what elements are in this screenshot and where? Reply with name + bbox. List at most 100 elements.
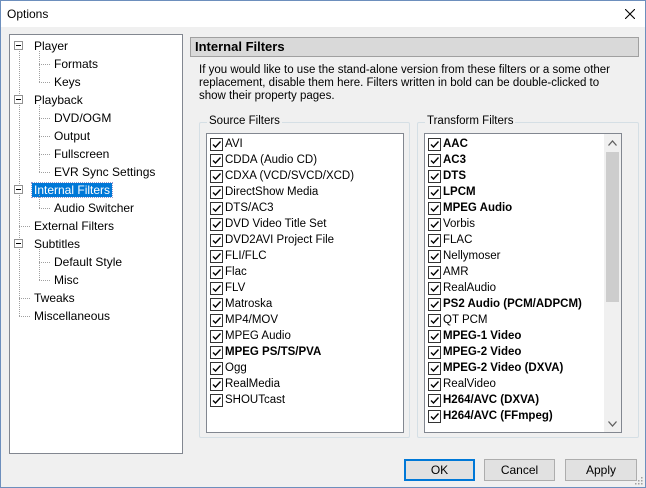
- checkmark-icon: [430, 237, 440, 245]
- checkbox-checked[interactable]: [210, 186, 223, 199]
- checkbox-checked[interactable]: [210, 250, 223, 263]
- tree-connector: [39, 105, 40, 172]
- transform-filters-label: Transform Filters: [425, 115, 516, 127]
- tree-item-output[interactable]: Output: [52, 127, 92, 145]
- tree-item-internal-filters[interactable]: Internal Filters: [30, 181, 114, 199]
- checkbox-checked[interactable]: [428, 346, 441, 359]
- checkbox-checked[interactable]: [210, 394, 223, 407]
- tree-item-formats[interactable]: Formats: [52, 55, 100, 73]
- checkmark-icon: [212, 269, 222, 277]
- cancel-button[interactable]: Cancel: [484, 459, 555, 481]
- checkbox-checked[interactable]: [210, 202, 223, 215]
- checkmark-icon: [430, 349, 440, 357]
- filter-label: AMR: [443, 266, 469, 278]
- collapse-icon[interactable]: [14, 41, 23, 50]
- filter-label: PS2 Audio (PCM/ADPCM): [443, 298, 582, 310]
- options-tree[interactable]: Player Formats Keys Playback DVD/OGM Output Fu…: [9, 34, 183, 454]
- checkbox-checked[interactable]: [428, 186, 441, 199]
- checkbox-checked[interactable]: [428, 138, 441, 151]
- tree-item-label: Misc: [54, 273, 79, 287]
- checkmark-icon: [212, 205, 222, 213]
- filter-label: MPEG Audio: [443, 202, 513, 214]
- checkbox-checked[interactable]: [428, 266, 441, 279]
- resize-grip-icon[interactable]: [633, 475, 643, 485]
- collapse-icon[interactable]: [14, 239, 23, 248]
- checkbox-checked[interactable]: [428, 378, 441, 391]
- checkbox-checked[interactable]: [210, 330, 223, 343]
- checkmark-icon: [430, 253, 440, 261]
- checkbox-checked[interactable]: [210, 218, 223, 231]
- collapse-icon[interactable]: [14, 95, 23, 104]
- checkmark-icon: [212, 365, 222, 373]
- ok-button[interactable]: OK: [404, 459, 475, 481]
- tree-connector: [39, 262, 50, 263]
- scroll-down-icon[interactable]: [604, 415, 621, 432]
- collapse-icon[interactable]: [14, 185, 23, 194]
- transform-filters-list[interactable]: AAC AC3 DTS LPCM MPEG Audio Vorbis FLAC Nellymo…: [424, 133, 622, 433]
- source-filters-list[interactable]: AVI CDDA (Audio CD) CDXA (VCD/SVCD/XCD) Dir…: [206, 133, 404, 433]
- checkbox-checked[interactable]: [210, 298, 223, 311]
- checkbox-checked[interactable]: [428, 202, 441, 215]
- checkmark-icon: [212, 301, 222, 309]
- tree-item-default-style[interactable]: Default Style: [52, 253, 124, 271]
- tree-item-dvd-ogm[interactable]: DVD/OGM: [52, 109, 113, 127]
- tree-item-audio-switcher[interactable]: Audio Switcher: [52, 199, 136, 217]
- tree-item-tweaks[interactable]: Tweaks: [32, 289, 77, 307]
- scroll-thumb[interactable]: [606, 152, 619, 302]
- checkbox-checked[interactable]: [210, 282, 223, 295]
- checkbox-checked[interactable]: [428, 218, 441, 231]
- checkbox-checked[interactable]: [210, 362, 223, 375]
- filter-label: AVI: [225, 138, 243, 150]
- tree-item-label: Default Style: [54, 255, 123, 269]
- tree-item-player[interactable]: Player: [32, 37, 70, 55]
- filter-label: AAC: [443, 138, 468, 150]
- checkbox-checked[interactable]: [428, 170, 441, 183]
- tree-connector: [19, 316, 30, 317]
- checkbox-checked[interactable]: [210, 314, 223, 327]
- checkmark-icon: [430, 189, 440, 197]
- tree-item-evr-sync-settings[interactable]: EVR Sync Settings: [52, 163, 157, 181]
- filter-label: SHOUTcast: [225, 394, 286, 406]
- checkbox-checked[interactable]: [210, 138, 223, 151]
- checkbox-checked[interactable]: [210, 234, 223, 247]
- tree-item-miscellaneous[interactable]: Miscellaneous: [32, 307, 112, 325]
- checkbox-checked[interactable]: [210, 170, 223, 183]
- tree-item-external-filters[interactable]: External Filters: [32, 217, 116, 235]
- checkbox-checked[interactable]: [428, 298, 441, 311]
- checkbox-checked[interactable]: [428, 394, 441, 407]
- checkbox-checked[interactable]: [428, 282, 441, 295]
- filter-label: Nellymoser: [443, 250, 501, 262]
- checkbox-checked[interactable]: [428, 250, 441, 263]
- checkbox-checked[interactable]: [210, 266, 223, 279]
- tree-item-misc[interactable]: Misc: [52, 271, 81, 289]
- checkbox-checked[interactable]: [428, 410, 441, 423]
- checkbox-checked[interactable]: [428, 362, 441, 375]
- checkmark-icon: [430, 397, 440, 405]
- tree-item-keys[interactable]: Keys: [52, 73, 83, 91]
- tree-item-fullscreen[interactable]: Fullscreen: [52, 145, 111, 163]
- panel-header: Internal Filters: [190, 37, 639, 57]
- checkbox-checked[interactable]: [428, 234, 441, 247]
- filter-label: RealMedia: [225, 378, 280, 390]
- checkbox-checked[interactable]: [210, 346, 223, 359]
- scroll-up-icon[interactable]: [604, 134, 621, 151]
- checkmark-icon: [212, 349, 222, 357]
- checkbox-checked[interactable]: [428, 314, 441, 327]
- checkbox-checked[interactable]: [428, 330, 441, 343]
- apply-button[interactable]: Apply: [565, 459, 637, 481]
- tree-item-label: Output: [54, 129, 91, 143]
- tree-connector: [19, 226, 30, 227]
- checkmark-icon: [430, 205, 440, 213]
- tree-item-label: Audio Switcher: [54, 201, 135, 215]
- checkmark-icon: [212, 157, 222, 165]
- checkbox-checked[interactable]: [210, 154, 223, 167]
- tree-item-label: DVD/OGM: [54, 111, 112, 125]
- checkbox-checked[interactable]: [210, 378, 223, 391]
- filter-label: MPEG PS/TS/PVA: [225, 346, 322, 358]
- transform-filters-scrollbar[interactable]: [604, 134, 621, 432]
- checkbox-checked[interactable]: [428, 154, 441, 167]
- tree-connector: [39, 195, 40, 208]
- filter-label: AC3: [443, 154, 467, 166]
- tree-connector: [39, 82, 50, 83]
- close-icon[interactable]: [615, 1, 645, 27]
